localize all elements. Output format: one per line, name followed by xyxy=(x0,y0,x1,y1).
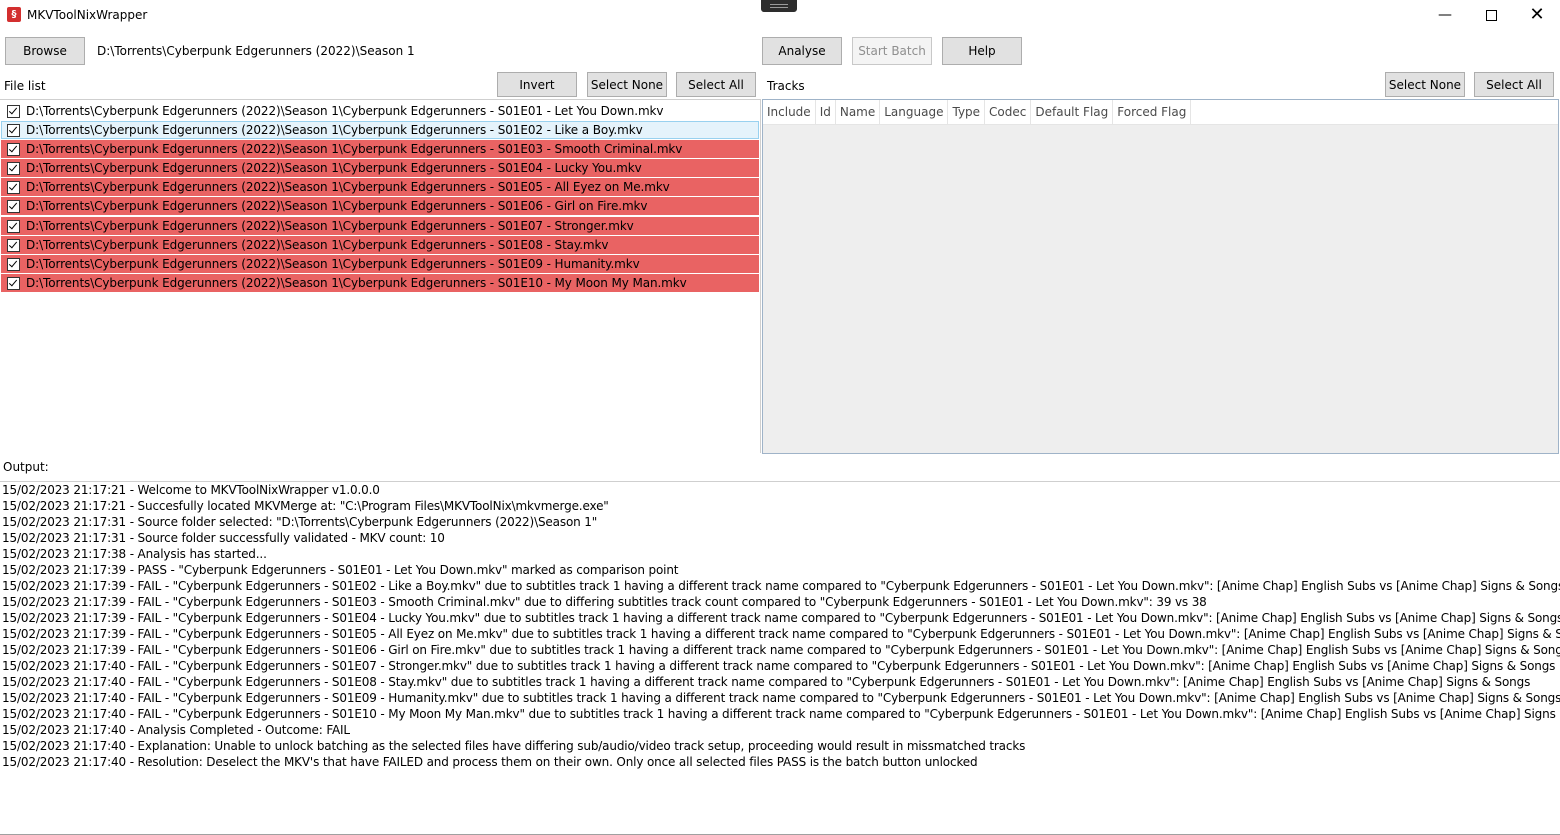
log-line: 15/02/2023 21:17:40 - Explanation: Unabl… xyxy=(2,739,1026,753)
file-checkbox[interactable] xyxy=(7,123,20,137)
file-select-all-button[interactable]: Select All xyxy=(676,72,756,97)
file-path-text: D:\Torrents\Cyberpunk Edgerunners (2022)… xyxy=(26,257,640,271)
file-path-text: D:\Torrents\Cyberpunk Edgerunners (2022)… xyxy=(26,123,643,137)
log-line: 15/02/2023 21:17:39 - FAIL - "Cyberpunk … xyxy=(2,579,1560,593)
log-line: 15/02/2023 21:17:39 - FAIL - "Cyberpunk … xyxy=(2,595,1207,609)
file-checkbox[interactable] xyxy=(7,161,20,175)
column-header-forced-flag[interactable]: Forced Flag xyxy=(1113,100,1192,124)
log-line: 15/02/2023 21:17:38 - Analysis has start… xyxy=(2,547,267,561)
log-line: 15/02/2023 21:17:21 - Succesfully locate… xyxy=(2,499,609,513)
output-label: Output: xyxy=(3,460,49,474)
file-checkbox[interactable] xyxy=(7,180,20,194)
tracks-grid-header: Include Id Name Language Type Codec Defa… xyxy=(763,100,1558,125)
file-list[interactable]: D:\Torrents\Cyberpunk Edgerunners (2022)… xyxy=(0,99,761,453)
file-list-label: File list xyxy=(4,79,46,93)
file-path-text: D:\Torrents\Cyberpunk Edgerunners (2022)… xyxy=(26,104,664,118)
log-line: 15/02/2023 21:17:40 - FAIL - "Cyberpunk … xyxy=(2,707,1560,721)
log-line: 15/02/2023 21:17:40 - FAIL - "Cyberpunk … xyxy=(2,675,1531,689)
column-header-include[interactable]: Include xyxy=(763,100,816,124)
log-line: 15/02/2023 21:17:21 - Welcome to MKVTool… xyxy=(2,483,380,497)
file-list-item[interactable]: D:\Torrents\Cyberpunk Edgerunners (2022)… xyxy=(1,121,759,139)
minimize-icon[interactable]: — xyxy=(1422,0,1468,30)
output-log[interactable]: 15/02/2023 21:17:21 - Welcome to MKVTool… xyxy=(0,481,1560,835)
column-header-type[interactable]: Type xyxy=(948,100,986,124)
file-list-item[interactable]: D:\Torrents\Cyberpunk Edgerunners (2022)… xyxy=(1,255,759,273)
file-checkbox[interactable] xyxy=(7,219,20,233)
file-path-text: D:\Torrents\Cyberpunk Edgerunners (2022)… xyxy=(26,180,670,194)
file-list-item[interactable]: D:\Torrents\Cyberpunk Edgerunners (2022)… xyxy=(1,178,759,196)
file-list-item[interactable]: D:\Torrents\Cyberpunk Edgerunners (2022)… xyxy=(1,140,759,158)
column-header-default-flag[interactable]: Default Flag xyxy=(1031,100,1114,124)
file-select-none-button[interactable]: Select None xyxy=(587,72,667,97)
column-header-codec[interactable]: Codec xyxy=(985,100,1032,124)
file-checkbox[interactable] xyxy=(7,276,20,290)
browse-button[interactable]: Browse xyxy=(5,37,85,65)
log-line: 15/02/2023 21:17:40 - Resolution: Desele… xyxy=(2,755,978,769)
file-list-item[interactable]: D:\Torrents\Cyberpunk Edgerunners (2022)… xyxy=(1,102,759,120)
tracks-select-none-button[interactable]: Select None xyxy=(1385,72,1465,97)
file-checkbox[interactable] xyxy=(7,238,20,252)
log-line: 15/02/2023 21:17:40 - FAIL - "Cyberpunk … xyxy=(2,691,1560,705)
file-list-item[interactable]: D:\Torrents\Cyberpunk Edgerunners (2022)… xyxy=(1,217,759,235)
log-line: 15/02/2023 21:17:39 - PASS - "Cyberpunk … xyxy=(2,563,679,577)
file-path-text: D:\Torrents\Cyberpunk Edgerunners (2022)… xyxy=(26,161,642,175)
maximize-icon[interactable] xyxy=(1468,0,1514,30)
app-logo-icon: § xyxy=(7,7,21,22)
file-checkbox[interactable] xyxy=(7,104,20,118)
log-line: 15/02/2023 21:17:39 - FAIL - "Cyberpunk … xyxy=(2,643,1560,657)
file-path-text: D:\Torrents\Cyberpunk Edgerunners (2022)… xyxy=(26,276,687,290)
file-checkbox[interactable] xyxy=(7,199,20,213)
file-path-text: D:\Torrents\Cyberpunk Edgerunners (2022)… xyxy=(26,199,648,213)
file-list-item[interactable]: D:\Torrents\Cyberpunk Edgerunners (2022)… xyxy=(1,197,759,215)
tracks-select-all-button[interactable]: Select All xyxy=(1474,72,1554,97)
tracks-label: Tracks xyxy=(767,79,805,93)
analyse-button[interactable]: Analyse xyxy=(762,37,842,65)
window-title: MKVToolNixWrapper xyxy=(27,8,148,22)
log-line: 15/02/2023 21:17:39 - FAIL - "Cyberpunk … xyxy=(2,627,1560,641)
file-path-text: D:\Torrents\Cyberpunk Edgerunners (2022)… xyxy=(26,142,683,156)
file-list-item[interactable]: D:\Torrents\Cyberpunk Edgerunners (2022)… xyxy=(1,274,759,292)
file-path-text: D:\Torrents\Cyberpunk Edgerunners (2022)… xyxy=(26,238,609,252)
tracks-grid[interactable]: Include Id Name Language Type Codec Defa… xyxy=(762,99,1559,454)
log-line: 15/02/2023 21:17:31 - Source folder succ… xyxy=(2,531,445,545)
file-list-item[interactable]: D:\Torrents\Cyberpunk Edgerunners (2022)… xyxy=(1,159,759,177)
column-header-id[interactable]: Id xyxy=(816,100,836,124)
start-batch-button[interactable]: Start Batch xyxy=(852,37,932,65)
invert-button[interactable]: Invert xyxy=(497,72,577,97)
help-button[interactable]: Help xyxy=(942,37,1022,65)
file-checkbox[interactable] xyxy=(7,257,20,271)
column-header-name[interactable]: Name xyxy=(836,100,881,124)
source-path-text: D:\Torrents\Cyberpunk Edgerunners (2022)… xyxy=(97,44,415,58)
file-path-text: D:\Torrents\Cyberpunk Edgerunners (2022)… xyxy=(26,219,634,233)
file-list-item[interactable]: D:\Torrents\Cyberpunk Edgerunners (2022)… xyxy=(1,236,759,254)
column-header-language[interactable]: Language xyxy=(880,100,949,124)
close-icon[interactable]: ✕ xyxy=(1514,0,1560,30)
log-line: 15/02/2023 21:17:40 - FAIL - "Cyberpunk … xyxy=(2,659,1556,673)
file-checkbox[interactable] xyxy=(7,142,20,156)
log-line: 15/02/2023 21:17:39 - FAIL - "Cyberpunk … xyxy=(2,611,1560,625)
log-line: 15/02/2023 21:17:40 - Analysis Completed… xyxy=(2,723,350,737)
log-line: 15/02/2023 21:17:31 - Source folder sele… xyxy=(2,515,598,529)
drag-grip-icon[interactable] xyxy=(761,0,797,12)
